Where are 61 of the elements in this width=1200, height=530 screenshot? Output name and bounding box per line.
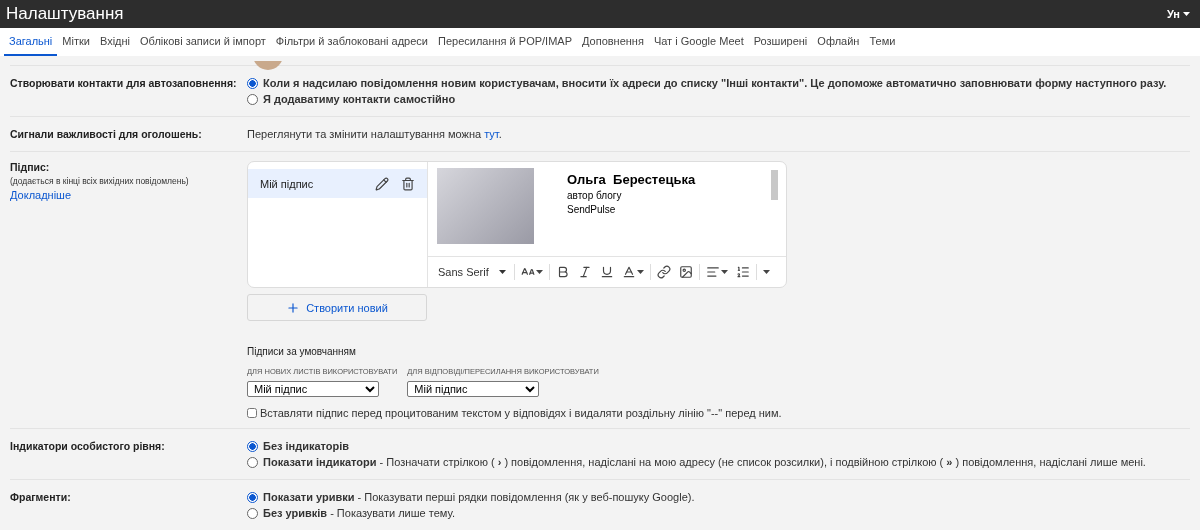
create-signature-button[interactable]: Створити новий [247, 294, 427, 321]
radio-button[interactable] [247, 456, 258, 468]
scrollbar-thumb[interactable] [771, 170, 778, 200]
link-icon[interactable] [654, 263, 673, 281]
text-color-icon [621, 265, 636, 279]
caret-icon [535, 270, 543, 274]
signature-line: автор блогу [567, 190, 623, 201]
caret-icon [498, 270, 506, 274]
caret-icon [636, 270, 644, 274]
caret-icon [720, 270, 728, 274]
setting-label: Сигнали важливості для оголошень: [10, 128, 203, 140]
signature-select[interactable]: Мій підпис [407, 381, 540, 397]
settings-tab[interactable]: Доповнення [577, 28, 649, 56]
plus-icon [286, 300, 301, 315]
setting-text: Переглянути та змінити налаштування можна тут. [247, 128, 503, 140]
option-label: Без індикаторів [263, 440, 350, 452]
option-label: Коли я надсилаю повідомлення новим користувачам, вносити їх адреси до списку "Інші контакти". Це допоможе автоматично заповнювати форму наступного разу. [263, 77, 1167, 89]
settings-tab[interactable]: Облікові записи й імпорт [135, 28, 271, 56]
setting-label: Індикатори особистого рівня: [10, 440, 166, 452]
radio-button[interactable] [247, 491, 258, 503]
align-icon [705, 265, 720, 279]
avatar-icon [253, 61, 283, 70]
setting-note: (додається в кінці всіх вихідних повідомлень) [10, 176, 190, 186]
link[interactable]: тут [484, 128, 499, 140]
option-label: Показати уривки - Показувати перші рядки повідомлення (як у веб-пошуку Google). [263, 491, 695, 503]
more-icon[interactable] [760, 268, 772, 276]
settings-tab[interactable]: Мітки [57, 28, 95, 56]
signature-list-item[interactable]: Мій підпис [248, 169, 427, 198]
learn-more-link[interactable]: Докладніше [10, 189, 247, 201]
setting-label: Фрагменти: [10, 491, 72, 503]
setting-label: Створювати контакти для автозаповнення: [10, 77, 238, 89]
radio-button[interactable] [247, 507, 258, 519]
settings-tab[interactable]: Офлайн [812, 28, 865, 56]
checkbox-label: Вставляти підпис перед процитованим текстом у відповідях і видаляти роздільну лінію "--" перед ним. [260, 407, 782, 419]
signature-line: SendPulse [567, 204, 617, 215]
signature-name-line: Ольга Берестецька [567, 172, 697, 187]
setting-label: Підпис: [10, 161, 51, 173]
account-menu[interactable]: Ун [1162, 8, 1194, 20]
settings-tab[interactable]: Розширені [748, 28, 813, 56]
option-label: Показати індикатори - Позначати стрілкою ( › ) повідомлення, надіслані на мою адресу (не список розсилки), і подвійною стрілкою ( » ) повідомлення, надіслані лише мені. [263, 456, 1146, 468]
delete-icon[interactable] [401, 176, 415, 191]
edit-icon[interactable] [375, 176, 389, 191]
signature-name: Мій підпис [260, 177, 315, 190]
caret-icon [1183, 12, 1190, 16]
caret-icon [762, 270, 770, 274]
page-title: Налаштування [6, 4, 124, 24]
settings-tab[interactable]: Теми [864, 28, 901, 56]
settings-tab[interactable]: Пересилання й POP/IMAP [433, 28, 577, 56]
settings-tab[interactable]: Вхідні [94, 28, 136, 56]
signature-select[interactable]: Мій підпис [247, 381, 379, 397]
radio-button[interactable] [247, 77, 258, 89]
radio-button[interactable] [247, 93, 258, 105]
option-label: Без уривків - Показувати лише тему. [263, 507, 455, 519]
option-label: Я додаватиму контакти самостійно [263, 93, 456, 105]
checkbox[interactable] [247, 408, 257, 418]
settings-tab[interactable]: Чат і Google Meet [648, 28, 749, 56]
font-select[interactable]: Sans Serif [434, 266, 510, 278]
settings-tab[interactable]: Фільтри й заблоковані адреси [270, 28, 433, 56]
section-heading: Підписи за умовчанням [247, 346, 357, 357]
radio-button[interactable] [247, 440, 258, 452]
settings-tab[interactable]: Загальні [4, 28, 58, 56]
